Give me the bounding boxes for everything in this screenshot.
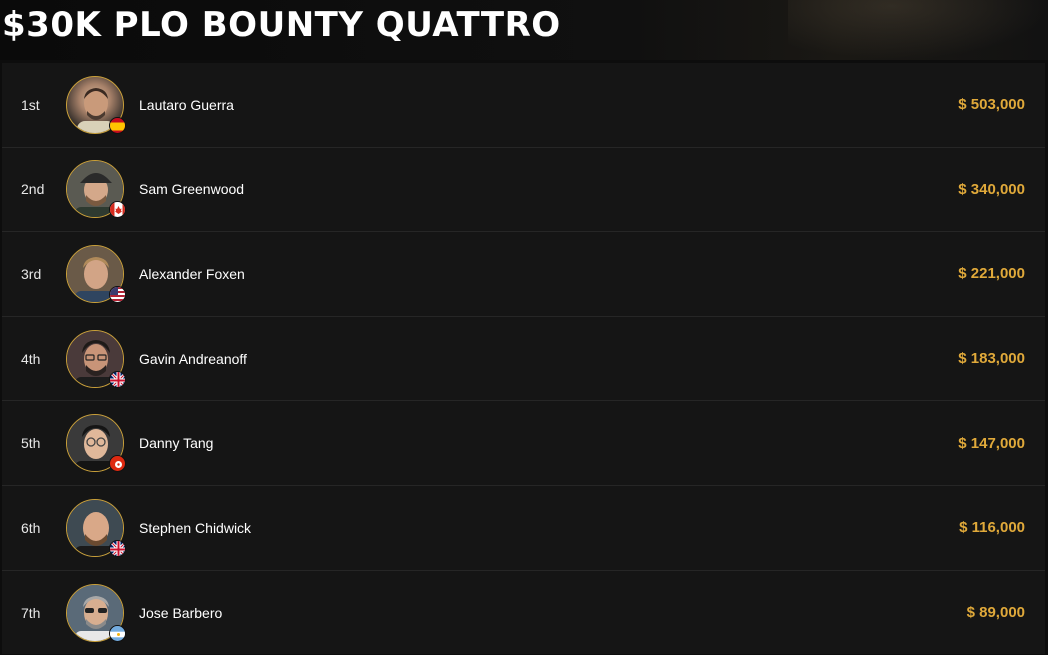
rank-label: 5th [21, 435, 41, 452]
player-avatar[interactable] [66, 160, 126, 219]
page-header: $30K PLO BOUNTY QUATTRO [0, 0, 1048, 60]
rank-label: 1st [21, 96, 40, 113]
table-row[interactable]: 6th Stephen Chidwick $ 116,000 [2, 486, 1045, 571]
table-row[interactable]: 2nd Sam Greenwood $ 340,000 [2, 148, 1045, 233]
player-avatar[interactable] [66, 414, 126, 473]
rank-label: 7th [21, 604, 41, 621]
prize-amount: $ 503,000 [958, 96, 1025, 114]
player-name[interactable]: Alexander Foxen [139, 266, 245, 282]
rank-label: 6th [21, 519, 41, 536]
results-table: 1st Lautaro Guerra $ 503,000 2nd Sam Gre… [2, 63, 1045, 654]
prize-amount: $ 147,000 [958, 434, 1025, 452]
prize-amount: $ 340,000 [958, 180, 1025, 198]
player-name[interactable]: Lautaro Guerra [139, 97, 234, 113]
player-name[interactable]: Gavin Andreanoff [139, 351, 247, 367]
usa-flag-icon [109, 285, 126, 303]
table-row[interactable]: 3rd Alexander Foxen $ 221,000 [2, 232, 1045, 317]
hong-kong-flag-icon [109, 455, 126, 473]
rank-label: 2nd [21, 181, 45, 198]
uk-flag-icon [109, 370, 126, 388]
spain-flag-icon [109, 116, 126, 134]
rank-label: 3rd [21, 265, 42, 282]
prize-amount: $ 183,000 [958, 350, 1025, 368]
table-row[interactable]: 5th Danny Tang $ 147,000 [2, 401, 1045, 486]
table-row[interactable]: 4th Gavin Andreanoff $ 183,000 [2, 317, 1045, 402]
rank-label: 4th [21, 350, 41, 367]
prize-amount: $ 116,000 [959, 519, 1025, 537]
player-name[interactable]: Stephen Chidwick [139, 520, 251, 536]
player-avatar[interactable] [66, 75, 126, 134]
uk-flag-icon [109, 539, 126, 557]
page-title: $30K PLO BOUNTY QUATTRO [2, 5, 561, 45]
table-row[interactable]: 7th Jose Barbero $ 89,000 [2, 571, 1045, 655]
canada-flag-icon [109, 201, 126, 219]
player-avatar[interactable] [66, 329, 126, 388]
prize-amount: $ 89,000 [966, 604, 1025, 622]
table-row[interactable]: 1st Lautaro Guerra $ 503,000 [2, 63, 1045, 148]
player-avatar[interactable] [66, 583, 126, 642]
player-name[interactable]: Sam Greenwood [139, 181, 244, 197]
prize-amount: $ 221,000 [958, 265, 1025, 283]
player-name[interactable]: Jose Barbero [139, 605, 222, 621]
argentina-flag-icon [109, 624, 126, 642]
header-background-image [788, 0, 1048, 60]
player-avatar[interactable] [66, 244, 126, 303]
player-avatar[interactable] [66, 498, 126, 557]
player-name[interactable]: Danny Tang [139, 435, 213, 451]
